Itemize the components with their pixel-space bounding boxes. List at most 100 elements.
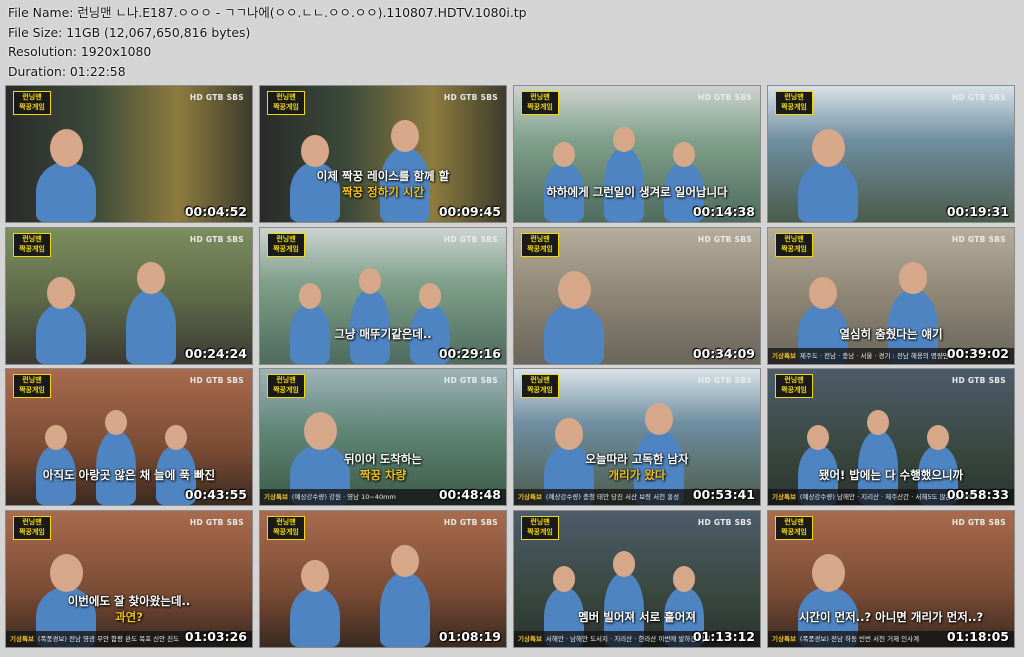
show-logo-subtitle: 짝꿍게임 [273,103,299,111]
show-logo-title: 런닝맨 [22,517,42,526]
video-thumbnail[interactable]: 런닝맨 짝꿍게임 HD GTB SBS 00:04:52 [5,85,253,223]
person-head [673,141,695,167]
person-head [301,135,329,167]
subtitle-caption: 이제 짝꿍 레이스를 함께 할짝꿍 정하기 시간 [290,168,476,200]
video-thumbnail[interactable]: 런닝맨 짝꿍게임 HD GTB SBS 하하에게 그런일이 생겨로 일어납니다 00:1… [513,85,761,223]
caption-text: 멤버 빌어져 서로 흩어져 [578,609,696,624]
show-logo-subtitle: 짝꿍게임 [19,527,45,536]
channel-watermark: HD GTB SBS [443,517,498,527]
show-logo-title: 런닝맨 [22,376,42,384]
caption-highlight: 개리가 왔다 [608,468,666,482]
show-logo: 런닝맨 짝꿍게임 [775,91,813,115]
person-head [673,566,695,592]
video-thumbnail[interactable]: 런닝맨 짝꿍게임 HD GTB SBS 됐어! 밥에는 다 수행했으니까 기상특보 (예상… [767,368,1015,506]
show-logo-subtitle: 짝꿍게임 [19,103,45,111]
timestamp: 01:08:19 [438,628,501,644]
ticker-label: 기상특보 [10,634,34,643]
person-head [303,412,337,450]
timestamp: 00:19:31 [946,204,1009,219]
channel-watermark: HD GTB SBS [443,234,498,244]
video-thumbnail[interactable]: 런닝맨 짝꿍게임 HD GTB SBS 시간이 먼저..? 아니면 개리가 먼저..?… [767,509,1015,648]
timestamp: 00:14:38 [692,204,755,219]
show-logo-title: 런닝맨 [530,517,550,526]
timestamp: 01:13:12 [692,628,755,644]
show-logo-subtitle: 짝꿍게임 [527,527,553,536]
person-head [899,261,927,294]
show-logo: 런닝맨 짝꿍게임 [775,374,813,398]
video-thumbnail[interactable]: 런닝맨 짝꿍게임 HD GTB SBS 이번에도 잘 찾아왔는데.. 과연? 기상특보 (폭… [5,509,253,648]
video-thumbnail[interactable]: 런닝맨 짝꿍게임 HD GTB SBS 이제 짝꿍 레이스를 함께 할 짝꿍 정하기 시… [259,85,507,223]
caption-text: 오늘따라 고독한 남자 [585,452,689,466]
timestamp: 00:53:41 [692,487,755,502]
person-figure [798,162,858,222]
show-logo: 런닝맨 짝꿍게임 [521,374,559,398]
caption-highlight: 과연? [115,609,143,624]
person-head [555,418,583,450]
timestamp: 00:34:09 [692,345,755,361]
channel-watermark: HD GTB SBS [697,234,752,244]
file-info-header: File Name: 런닝맨 ㄴ나.E187.ㅇㅇㅇ - ㄱㄱ나에(ㅇㅇ.ㄴㄴ.… [8,3,527,81]
ticker-label: 기상특보 [264,493,288,501]
video-thumbnail[interactable]: 런닝맨 짝꿍게임 HD GTB SBS 멤버 빌어져 서로 흩어져 기상특보 서해안 · … [513,509,761,648]
video-thumbnail[interactable]: 런닝맨 짝꿍게임 HD GTB SBS 오늘따라 고독한 남자 개리가 왔다 기상특보 (예… [513,368,761,506]
duration-line: Duration: 01:22:58 [8,63,126,79]
person-head [807,424,829,450]
show-logo: 런닝맨짝꿍게임 [267,91,305,115]
show-logo-title: 런닝맨 [784,517,804,526]
show-logo-subtitle: 짝꿍게임 [19,386,45,394]
caption-text: 하하에게 그런일이 생겨로 일어납니다 [546,185,728,199]
show-logo-subtitle: 짝꿍게임 [781,527,807,536]
ticker-text: (예상강수량) 충청 태안 당진 서산 보령 서천 홍성 [545,493,680,501]
video-thumbnail[interactable]: 런닝맨 짝꿍게임 HD GTB SBS 01:08:19 [259,509,507,648]
person-head [301,559,329,592]
person-head [45,424,67,450]
video-thumbnail[interactable]: 런닝맨 짝꿍게임 HD GTB SBS 뒤이어 도착하는 짝꿍 차량 기상특보 (예상강수량… [259,368,507,506]
person-head [557,270,591,309]
show-logo-title: 런닝맨 [530,93,550,101]
show-logo-subtitle: 짝꿍게임 [273,527,299,536]
ticker-label: 기상특보 [772,634,796,643]
show-logo-title: 런닝맨 [22,234,42,243]
person-head [927,424,949,450]
channel-watermark: HD GTB SBS [443,376,498,385]
timestamp: 00:29:16 [438,345,501,361]
show-logo-title: 런닝맨 [276,376,296,384]
channel-watermark: HD GTB SBS [951,517,1006,527]
show-logo-title: 런닝맨 [22,93,42,101]
show-logo: 런닝맨짝꿍게임 [13,91,51,115]
video-thumbnail[interactable]: 런닝맨 짝꿍게임 HD GTB SBS 00:24:24 [5,226,253,365]
subtitle-caption: 멤버 빌어져 서로 흩어져 [544,609,730,625]
video-thumbnail[interactable]: 런닝맨 짝꿍게임 HD GTB SBS 아직도 아랑곳 않은 채 늘에 푹 빠진 00:… [5,368,253,506]
person-head [105,409,127,435]
subtitle-caption: 이번에도 잘 찾아왔는데.. 과연? [36,593,222,625]
ticker-label: 기상특보 [772,493,796,501]
person-head [47,276,75,309]
subtitle-caption: 열심히 춤췄다는 얘기 [798,326,984,342]
video-thumbnail[interactable]: 런닝맨 짝꿍게임 HD GTB SBS 열심히 춤췄다는 얘기 기상특보 제주도 · 전남… [767,226,1015,365]
person-head [359,268,381,294]
ticker-text: 제주도 · 전남 · 충남 · 서울 · 경기 : 전남 해용의 명량면에 [799,351,955,360]
show-logo-subtitle: 짝꿍게임 [781,244,807,253]
show-logo-title: 런닝맨 [530,234,550,243]
ticker-label: 기상특보 [518,493,542,501]
subtitle-caption: 하하에게 그런일이 생겨로 일어납니다 [544,184,730,200]
show-logo-title: 런닝맨 [530,376,550,384]
person-head [553,566,575,592]
show-logo-title: 런닝맨 [276,93,296,101]
show-logo: 런닝맨 짝꿍게임 [775,515,813,540]
timestamp: 01:18:05 [946,628,1009,644]
subtitle-caption: 시간이 먼저..? 아니면 개리가 먼저..? [798,609,984,625]
ticker-label: 기상특보 [518,634,542,643]
person-figure [290,586,340,647]
person-head [613,126,635,152]
caption-text: 이제 짝꿍 레이스를 함께 할 [316,169,450,183]
subtitle-caption: 뒤이어 도착하는 짝꿍 차량 [290,451,476,483]
caption-highlight: 짝꿍 정하기 시간 [341,185,425,199]
show-logo-title: 런닝맨 [276,234,296,243]
timestamp: 00:58:33 [946,487,1009,502]
caption-text: 뒤이어 도착하는 [343,452,423,466]
video-thumbnail[interactable]: 런닝맨 짝꿍게임 HD GTB SBS 00:34:09 [513,226,761,365]
video-thumbnail[interactable]: 런닝맨 짝꿍게임 HD GTB SBS 그냥 매뚜기같은데.. 00:29:16 [259,226,507,365]
channel-watermark: HD GTB SBS [189,376,244,385]
video-thumbnail[interactable]: 런닝맨 짝꿍게임 HD GTB SBS 00:19:31 [767,85,1015,223]
